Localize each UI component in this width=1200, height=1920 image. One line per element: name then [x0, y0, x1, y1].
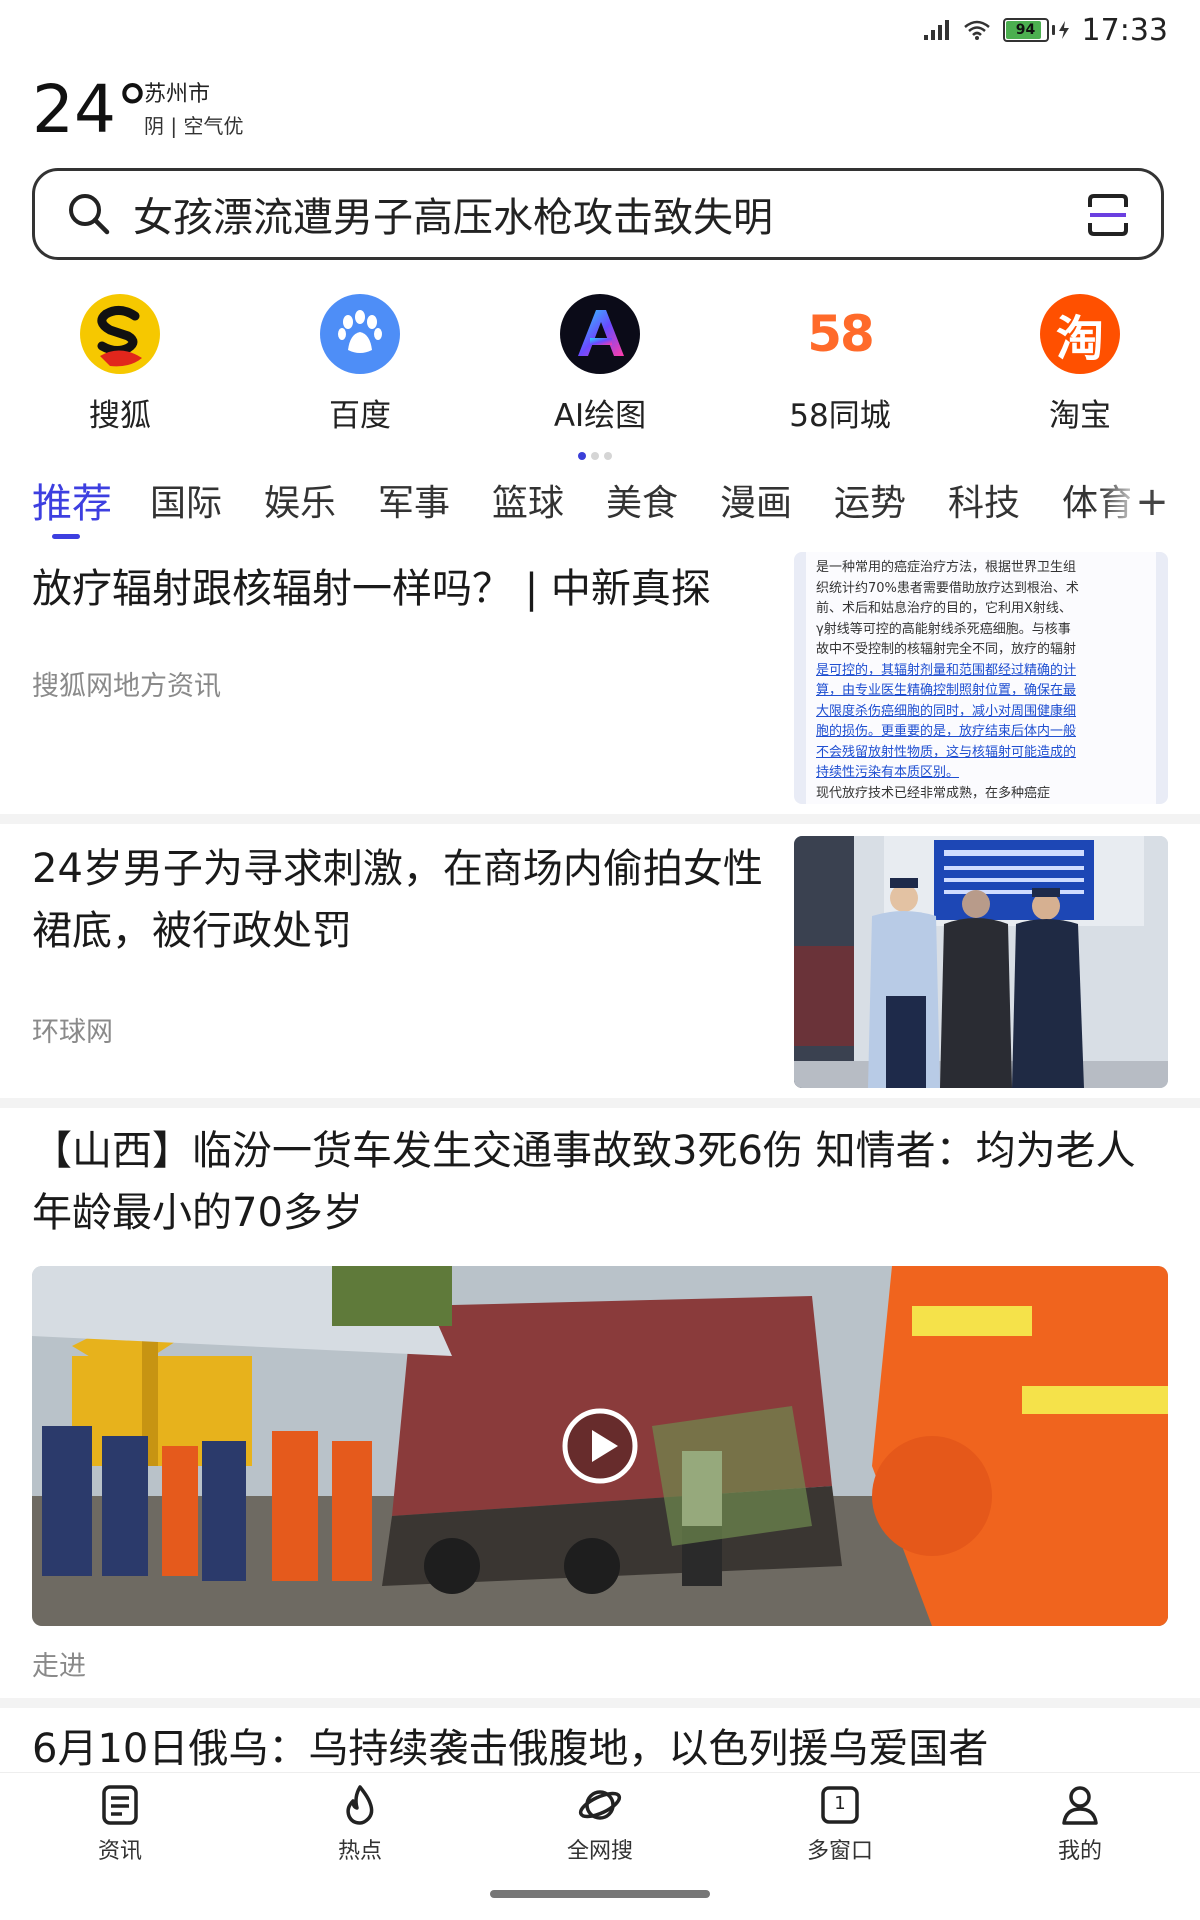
play-icon[interactable] [560, 1406, 640, 1486]
tab-recommend[interactable]: 推荐 [32, 476, 112, 532]
user-icon [1062, 1786, 1098, 1825]
app-label: 搜狐 [89, 398, 151, 434]
add-channel-button[interactable]: + [1130, 476, 1174, 530]
doc-line: 大限度杀伤癌细胞的同时，减小对周围健康细 [816, 703, 1077, 719]
news-source: 走进 [32, 1651, 86, 1682]
tab-entertainment[interactable]: 娱乐 [264, 476, 336, 532]
feed-divider [0, 1698, 1200, 1708]
nav-trending[interactable]: 热点 [280, 1783, 440, 1865]
doc-line: 持续性污染有本质区别。 [816, 765, 960, 780]
news-title: 6月10日俄乌：乌持续袭击俄腹地，以色列援乌爱国者 [32, 1726, 989, 1772]
app-label: 58同城 [789, 398, 891, 434]
nav-multi-window[interactable]: 1 多窗口 [760, 1783, 920, 1865]
news-thumbnail [794, 836, 1168, 1088]
tab-food[interactable]: 美食 [606, 476, 678, 532]
doc-line: 不会残留放射性物质，这与核辐射可能造成的 [816, 744, 1077, 760]
news-source: 搜狐网地方资讯 [32, 671, 221, 702]
signal-icon [923, 20, 949, 40]
feed-divider [0, 814, 1200, 824]
tab-basketball[interactable]: 篮球 [492, 476, 564, 532]
news-source: 环球网 [32, 1017, 113, 1048]
quick-apps: 搜狐 百度 AI绘图 58 58同城 淘 淘宝 [0, 294, 1200, 444]
nav-news[interactable]: 资讯 [40, 1783, 200, 1865]
58-logo-text: 58 [807, 305, 875, 363]
scan-icon[interactable] [1087, 193, 1129, 237]
nav-label: 资讯 [97, 1839, 142, 1864]
video-thumbnail[interactable] [32, 1266, 1168, 1626]
doc-line: 织统计约70%患者需要借助放疗达到根治、术 [816, 580, 1079, 596]
wifi-icon [963, 20, 990, 40]
active-tab-indicator [52, 534, 80, 539]
app-label: AI绘图 [553, 398, 647, 434]
app-label: 百度 [329, 398, 391, 434]
doc-line: γ射线等可控的高能射线杀死癌细胞。与核事 [816, 621, 1071, 637]
baidu-paw-icon [320, 294, 400, 374]
doc-line: 是可控的，其辐射剂量和范围都经过精确的计 [816, 662, 1077, 678]
taobao-logo-icon: 淘 [1040, 294, 1120, 374]
windows-icon: 1 [818, 1783, 862, 1827]
app-taobao[interactable]: 淘 淘宝 [990, 294, 1170, 435]
page-dot [591, 452, 599, 460]
doc-line: 算，由专业医生精确控制照射位置，确保在最 [816, 683, 1077, 698]
ai-drawing-icon [560, 294, 640, 374]
news-title: 【山西】临汾一货车发生交通事故致3死6伤 知情者：均为老人 年龄最小的70多岁 [32, 1128, 1136, 1236]
flame-icon [346, 1785, 374, 1825]
app-ai-drawing[interactable]: AI绘图 [510, 294, 690, 435]
battery-indicator: 94 [1002, 18, 1070, 42]
app-label: 淘宝 [1049, 398, 1111, 434]
temperature: 24° [32, 71, 149, 148]
nav-profile[interactable]: 我的 [1000, 1783, 1160, 1865]
tab-comics[interactable]: 漫画 [720, 476, 792, 532]
app-58[interactable]: 58 58同城 [750, 294, 930, 435]
status-bar: 94 17:33 [0, 0, 1200, 60]
news-title: 放疗辐射跟核辐射一样吗？ | 中新真探 [32, 566, 711, 612]
nav-label: 我的 [1057, 1839, 1102, 1864]
bottom-nav: 资讯 热点 全网搜 1 多窗口 我的 [0, 1772, 1200, 1883]
58-logo-icon: 58 [800, 294, 880, 374]
search-bar[interactable]: 女孩漂流遭男子高压水枪攻击致失明 [32, 168, 1164, 260]
app-baidu[interactable]: 百度 [270, 294, 450, 435]
tab-international[interactable]: 国际 [150, 476, 222, 532]
app-sohu[interactable]: 搜狐 [30, 294, 210, 435]
doc-line: 胞的损伤。更重要的是，放疗结束后体内一般 [816, 724, 1077, 739]
news-icon [102, 1785, 138, 1825]
nav-label: 全网搜 [566, 1839, 633, 1864]
charging-icon [1058, 21, 1069, 39]
planet-icon [578, 1790, 622, 1820]
tab-military[interactable]: 军事 [378, 476, 450, 532]
search-query: 女孩漂流遭男子高压水枪攻击致失明 [133, 195, 773, 241]
doc-line: 前、术后和姑息治疗的目的，它利用X射线、 [816, 601, 1072, 616]
window-count: 1 [834, 1793, 846, 1814]
document-thumbnail: 是一种常用的癌症治疗方法，根据世界卫生组 织统计约70%患者需要借助放疗达到根治… [806, 552, 1156, 804]
doc-line: 是一种常用的癌症治疗方法，根据世界卫生组 [816, 560, 1077, 575]
feed-divider [0, 1098, 1200, 1108]
news-thumbnail: 是一种常用的癌症治疗方法，根据世界卫生组 织统计约70%患者需要借助放疗达到根治… [794, 552, 1168, 804]
page-dot [578, 452, 586, 460]
weather-condition: 阴 | 空气优 [144, 114, 244, 138]
doc-line: 现代放疗技术已经非常成熟，在多种癌症 [816, 785, 1051, 801]
home-indicator[interactable] [490, 1890, 710, 1898]
search-icon [69, 194, 110, 235]
clock: 17:33 [1081, 12, 1168, 48]
channel-tabs: 推荐 国际 娱乐 军事 篮球 美食 漫画 运势 科技 体育 + [0, 476, 1200, 540]
battery-level: 94 [1015, 22, 1036, 38]
tab-horoscope[interactable]: 运势 [834, 476, 906, 532]
nav-label: 多窗口 [806, 1839, 873, 1864]
taobao-logo-text: 淘 [1055, 311, 1104, 367]
sohu-logo-icon [80, 294, 160, 374]
city-name: 苏州市 [144, 82, 211, 107]
police-photo [794, 836, 1168, 1088]
page-dot [604, 452, 612, 460]
nav-web-search[interactable]: 全网搜 [520, 1783, 680, 1865]
tab-tech[interactable]: 科技 [948, 476, 1020, 532]
doc-line: 故中不受控制的核辐射完全不同，放疗的辐射 [816, 642, 1077, 657]
news-title: 24岁男子为寻求刺激，在商场内偷拍女性裙底，被行政处罚 [32, 846, 763, 954]
app-page-indicator [578, 452, 612, 460]
nav-label: 热点 [337, 1839, 382, 1864]
